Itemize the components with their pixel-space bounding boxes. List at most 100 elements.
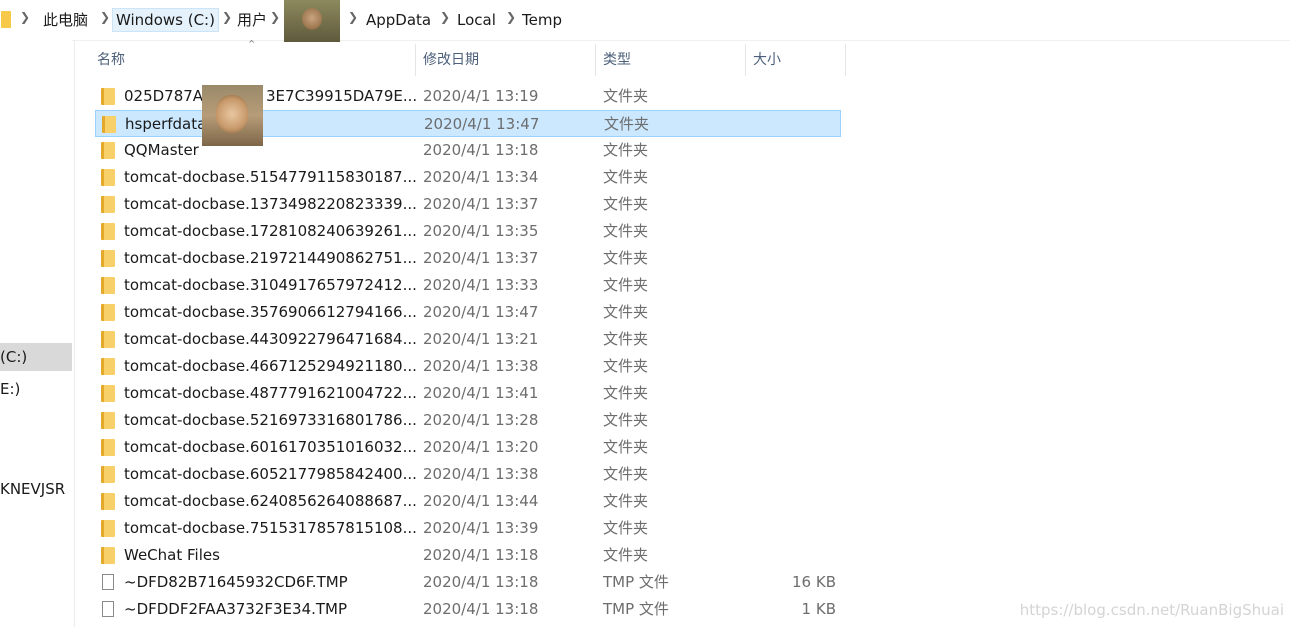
- column-divider[interactable]: [595, 44, 596, 76]
- modified-date: 2020/4/1 13:18: [423, 573, 539, 591]
- file-row[interactable]: WeChat Files 2020/4/1 13:18 文件夹: [95, 542, 841, 569]
- file-name: tomcat-docbase.7515317857815108...: [124, 519, 417, 537]
- file-row[interactable]: tomcat-docbase.6240856264088687... 2020/4…: [95, 488, 841, 515]
- column-header-size[interactable]: 大小: [753, 44, 781, 76]
- file-row[interactable]: tomcat-docbase.4667125294921180... 2020/4…: [95, 353, 841, 380]
- modified-date: 2020/4/1 13:28: [423, 411, 539, 429]
- file-name-tail: 3E7C39915DA79E...: [266, 87, 418, 105]
- folder-icon: [101, 223, 115, 240]
- nav-item-drive-c[interactable]: (C:): [0, 343, 72, 371]
- breadcrumb-this-pc[interactable]: 此电脑: [43, 10, 88, 30]
- file-type: 文件夹: [603, 330, 649, 348]
- file-name: tomcat-docbase.5216973316801786...: [124, 411, 417, 429]
- chevron-right-icon[interactable]: ❯: [348, 10, 358, 24]
- file-row[interactable]: tomcat-docbase.6016170351016032... 2020/4…: [95, 434, 841, 461]
- breadcrumb-appdata[interactable]: AppData: [366, 10, 431, 30]
- file-row[interactable]: tomcat-docbase.6052177985842400... 2020/4…: [95, 461, 841, 488]
- folder-icon: [101, 385, 115, 402]
- file-row[interactable]: tomcat-docbase.3104917657972412... 2020/4…: [95, 272, 841, 299]
- file-name: tomcat-docbase.4667125294921180...: [124, 357, 417, 375]
- folder-icon: [101, 466, 115, 483]
- breadcrumb-local[interactable]: Local: [457, 10, 496, 30]
- folder-icon: [101, 142, 115, 159]
- file-type: 文件夹: [603, 222, 649, 240]
- column-header-type[interactable]: 类型: [603, 44, 631, 76]
- file-row[interactable]: tomcat-docbase.4430922796471684... 2020/4…: [95, 326, 841, 353]
- modified-date: 2020/4/1 13:33: [423, 276, 539, 294]
- file-type: 文件夹: [603, 492, 649, 510]
- modified-date: 2020/4/1 13:21: [423, 330, 539, 348]
- file-row[interactable]: tomcat-docbase.1728108240639261... 2020/4…: [95, 218, 841, 245]
- breadcrumb-temp[interactable]: Temp: [522, 10, 562, 30]
- file-row[interactable]: tomcat-docbase.5216973316801786... 2020/4…: [95, 407, 841, 434]
- column-header-date[interactable]: 修改日期: [423, 44, 479, 76]
- file-type: 文件夹: [603, 546, 649, 564]
- chevron-right-icon[interactable]: ❯: [440, 10, 450, 24]
- folder-icon: [101, 412, 115, 429]
- column-header-name[interactable]: 名称: [97, 44, 125, 76]
- modified-date: 2020/4/1 13:18: [423, 546, 539, 564]
- column-divider[interactable]: [415, 44, 416, 76]
- file-row[interactable]: tomcat-docbase.1373498220823339... 2020/4…: [95, 191, 841, 218]
- navigation-pane: (C:) E:) KNEVJSR: [0, 40, 72, 627]
- file-row[interactable]: tomcat-docbase.3576906612794166... 2020/4…: [95, 299, 841, 326]
- column-divider[interactable]: [745, 44, 746, 76]
- folder-icon: [101, 88, 115, 105]
- file-name: tomcat-docbase.6240856264088687...: [124, 492, 417, 510]
- file-name: hsperfdata: [125, 115, 207, 133]
- file-type: 文件夹: [603, 519, 649, 537]
- file-type: 文件夹: [603, 438, 649, 456]
- folder-icon: [101, 520, 115, 537]
- chevron-right-icon[interactable]: ❯: [506, 10, 516, 24]
- folder-icon: [101, 277, 115, 294]
- nav-item-drive-e[interactable]: E:): [0, 375, 72, 403]
- chevron-right-icon: ❯: [20, 10, 31, 24]
- address-bar[interactable]: ❯ 此电脑 ❯ Windows (C:) ❯ 用户 ❯ ❯ AppData ❯ …: [0, 0, 1290, 42]
- file-name: tomcat-docbase.4877791621004722...: [124, 384, 417, 402]
- folder-icon: [101, 250, 115, 267]
- breadcrumb-users[interactable]: 用户: [237, 10, 267, 30]
- chevron-right-icon[interactable]: ❯: [100, 10, 110, 24]
- file-row[interactable]: tomcat-docbase.7515317857815108... 2020/4…: [95, 515, 841, 542]
- folder-icon: [101, 304, 115, 321]
- user-avatar-overlay: [284, 0, 340, 42]
- file-row[interactable]: ~DFD82B71645932CD6F.TMP 2020/4/1 13:18 TMP…: [95, 569, 841, 596]
- folder-icon: [101, 358, 115, 375]
- file-name: tomcat-docbase.4430922796471684...: [124, 330, 417, 348]
- file-type: 文件夹: [603, 465, 649, 483]
- file-name: ~DFD82B71645932CD6F.TMP: [124, 573, 348, 591]
- user-avatar-overlay: [202, 85, 263, 146]
- pane-divider: [74, 40, 75, 627]
- file-row[interactable]: tomcat-docbase.4877791621004722... 2020/4…: [95, 380, 841, 407]
- file-name: tomcat-docbase.6016170351016032...: [124, 438, 417, 456]
- breadcrumb-windows-c[interactable]: Windows (C:): [112, 8, 219, 32]
- chevron-right-icon[interactable]: ❯: [270, 10, 280, 24]
- modified-date: 2020/4/1 13:39: [423, 519, 539, 537]
- file-row[interactable]: ~DFDDF2FAA3732F3E34.TMP 2020/4/1 13:18 TMP…: [95, 596, 841, 623]
- nav-item-network-pc[interactable]: KNEVJSR: [0, 475, 72, 503]
- modified-date: 2020/4/1 13:34: [423, 168, 539, 186]
- file-type: 文件夹: [603, 87, 649, 105]
- chevron-right-icon[interactable]: ❯: [222, 10, 232, 24]
- file-name: tomcat-docbase.6052177985842400...: [124, 465, 417, 483]
- file-type: 文件夹: [603, 384, 649, 402]
- folder-icon: [101, 331, 115, 348]
- file-row[interactable]: tomcat-docbase.2197214490862751... 2020/4…: [95, 245, 841, 272]
- modified-date: 2020/4/1 13:37: [423, 195, 539, 213]
- modified-date: 2020/4/1 13:37: [423, 249, 539, 267]
- folder-icon: [101, 169, 115, 186]
- file-type: TMP 文件: [603, 573, 669, 591]
- file-type: 文件夹: [603, 168, 649, 186]
- file-size: 1 KB: [801, 600, 836, 618]
- file-name: QQMaster: [124, 141, 199, 159]
- file-type: 文件夹: [603, 411, 649, 429]
- modified-date: 2020/4/1 13:18: [423, 600, 539, 618]
- file-type: TMP 文件: [603, 600, 669, 618]
- file-row[interactable]: tomcat-docbase.5154779115830187... 2020/4…: [95, 164, 841, 191]
- file-name: ~DFDDF2FAA3732F3E34.TMP: [124, 600, 348, 618]
- column-divider[interactable]: [845, 44, 846, 76]
- modified-date: 2020/4/1 13:19: [423, 87, 539, 105]
- file-type: 文件夹: [603, 141, 649, 159]
- modified-date: 2020/4/1 13:47: [424, 115, 540, 133]
- modified-date: 2020/4/1 13:38: [423, 357, 539, 375]
